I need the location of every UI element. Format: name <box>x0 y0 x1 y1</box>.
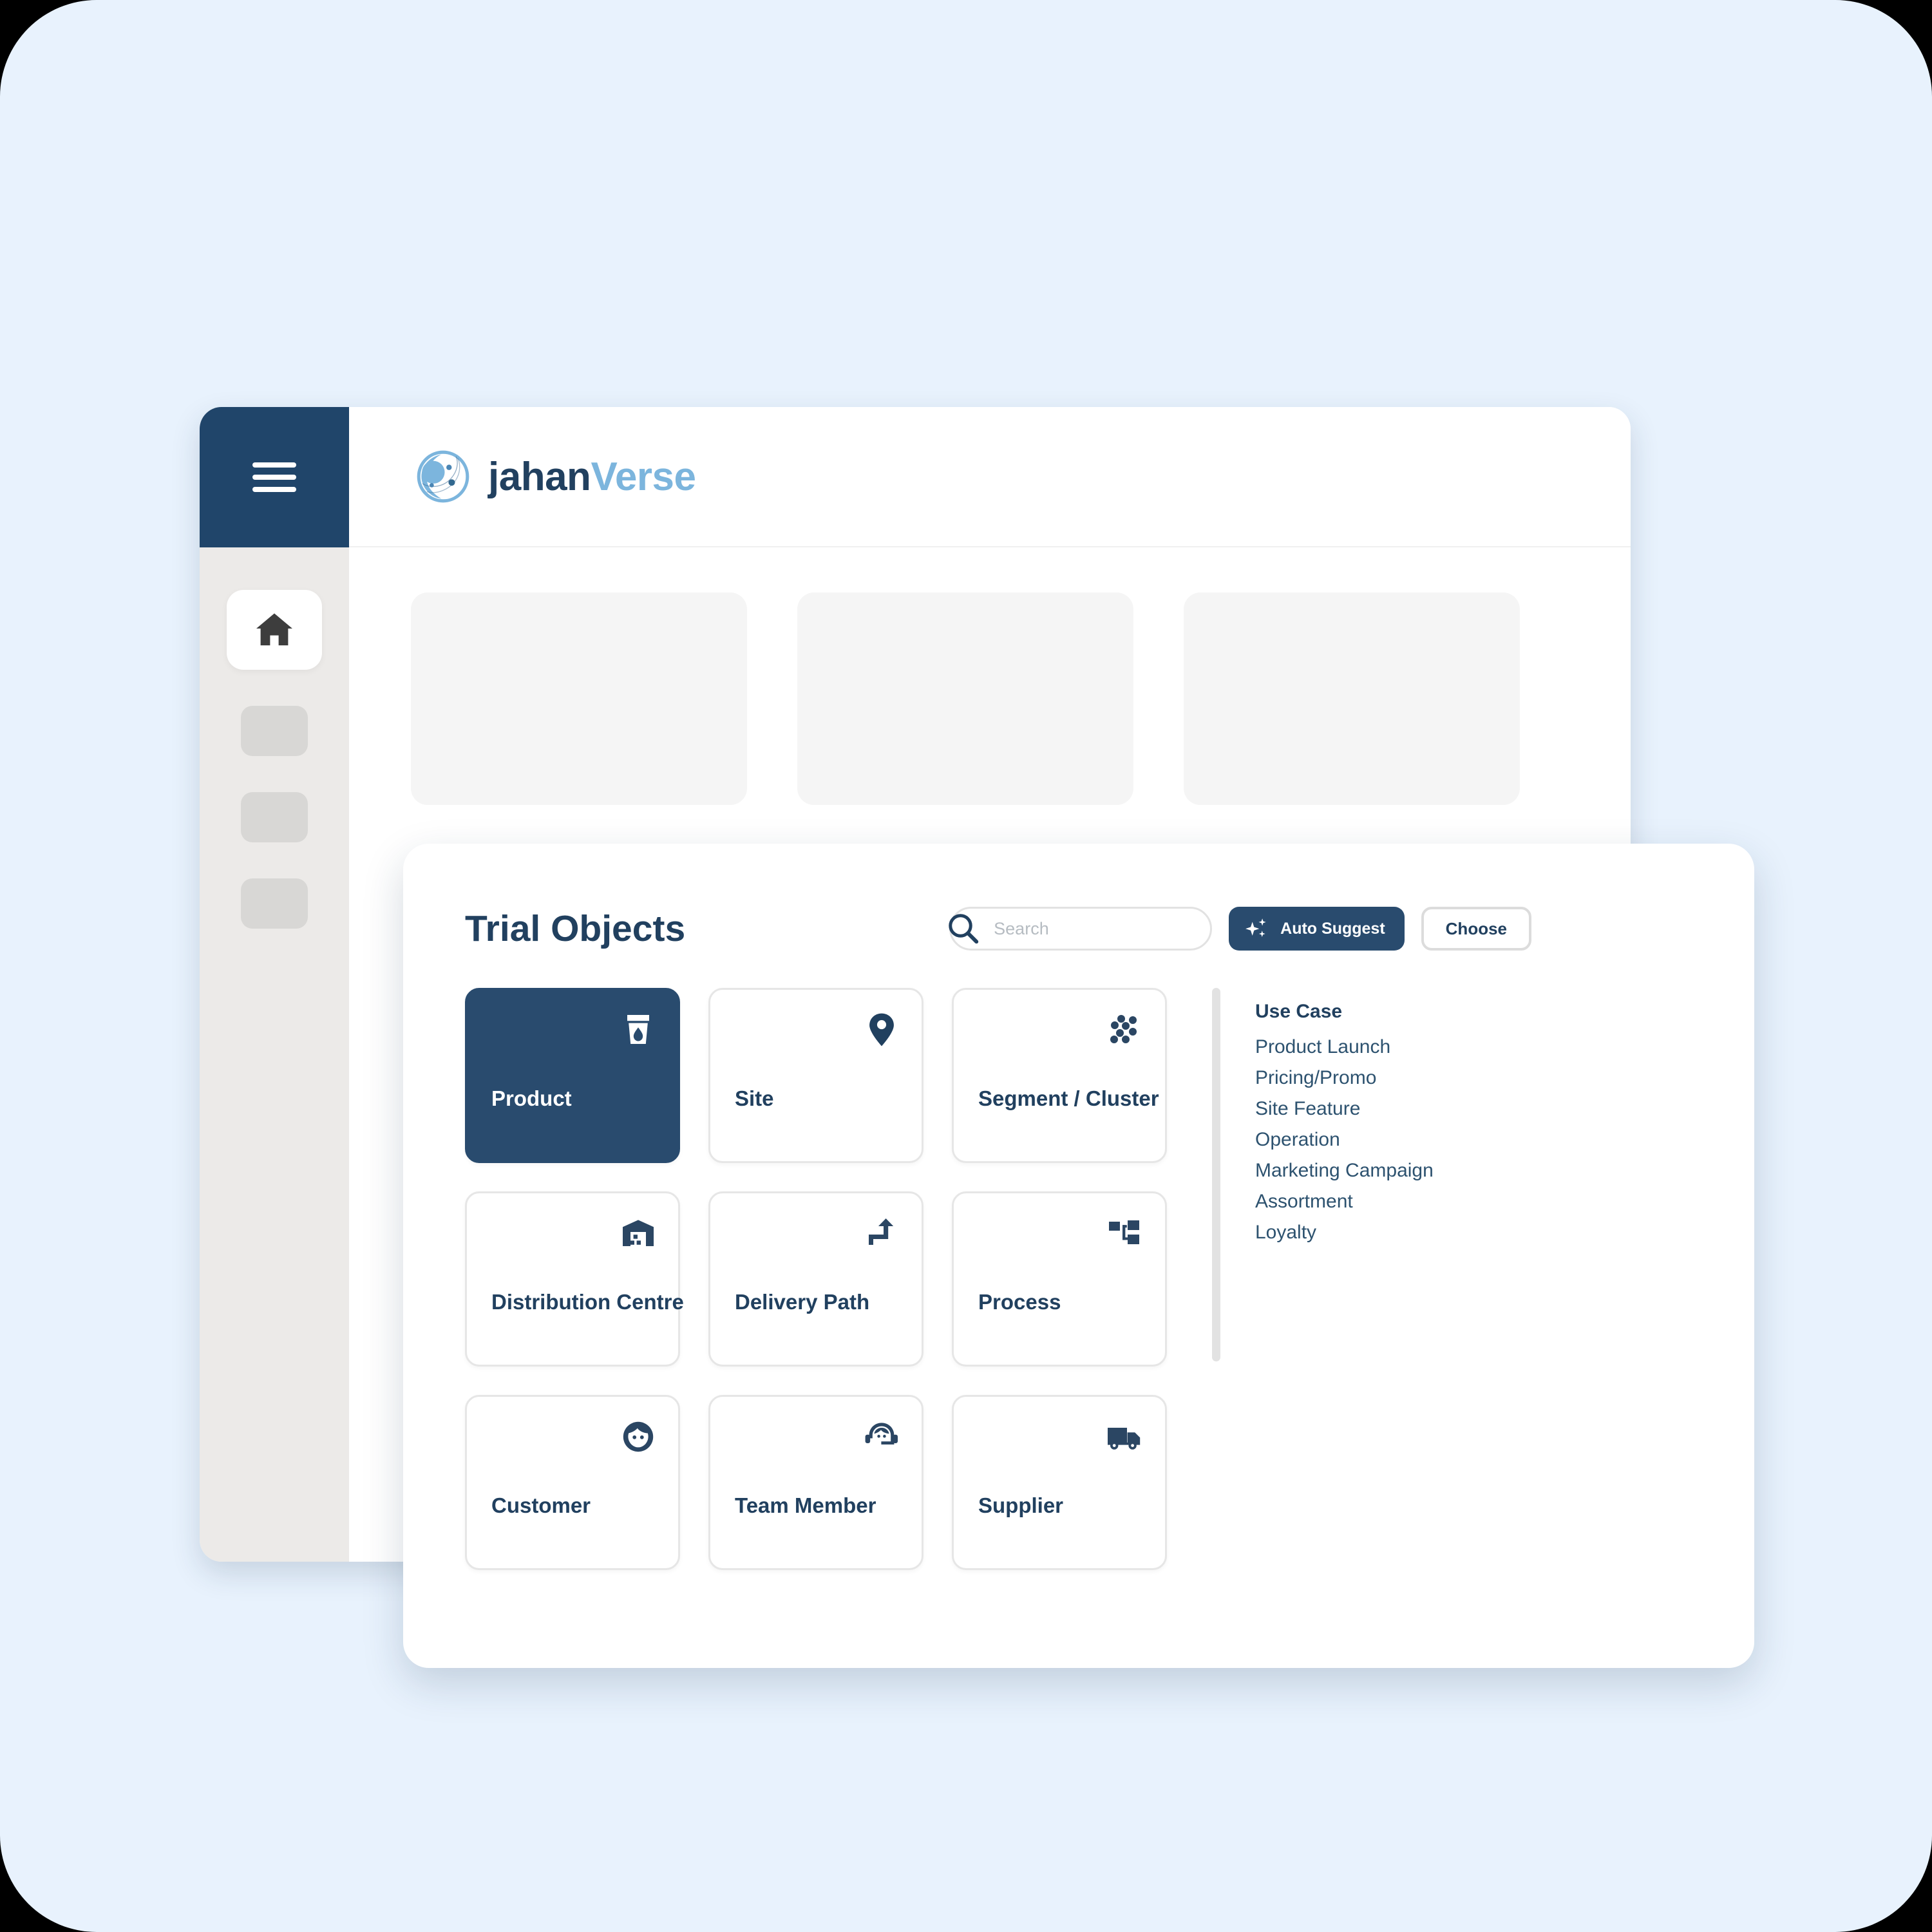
object-card-supplier[interactable]: Supplier <box>952 1395 1167 1570</box>
hamburger-bar <box>252 487 296 492</box>
hamburger-menu-icon[interactable] <box>252 462 296 492</box>
sidebar-item-placeholder-1[interactable] <box>241 706 308 756</box>
object-card-label: Site <box>735 1086 774 1110</box>
brand-name-primary: jahan <box>488 454 591 499</box>
use-case-scrollbar[interactable] <box>1212 988 1220 1361</box>
route-arrow-icon <box>864 1215 900 1251</box>
brand-name-secondary: Verse <box>591 454 696 499</box>
use-case-item[interactable]: Loyalty <box>1255 1217 1434 1248</box>
use-case-item[interactable]: Assortment <box>1255 1186 1434 1217</box>
page-title: Trial Objects <box>465 908 686 949</box>
sidebar-item-home[interactable] <box>227 590 322 670</box>
brand-logo[interactable]: jahanVerse <box>416 450 696 504</box>
skeleton-card <box>1184 592 1520 805</box>
object-card-distribution-centre[interactable]: Distribution Centre <box>465 1191 684 1367</box>
object-card-product[interactable]: Product <box>465 988 680 1163</box>
skeleton-card <box>797 592 1133 805</box>
search-input[interactable] <box>994 918 1188 939</box>
object-card-delivery-path[interactable]: Delivery Path <box>708 1191 923 1367</box>
header-controls: Auto Suggest Choose <box>949 907 1692 951</box>
page-root: jahanVerse Trial Objects Search Auto Sug… <box>0 0 1932 1932</box>
use-case-item[interactable]: Site Feature <box>1255 1094 1434 1124</box>
object-card-customer[interactable]: Customer <box>465 1395 680 1570</box>
object-card-label: Distribution Centre <box>491 1290 684 1314</box>
headset-agent-icon <box>864 1419 900 1455</box>
sidebar <box>200 407 349 1562</box>
object-card-label: Product <box>491 1086 572 1110</box>
use-case-item[interactable]: Marketing Campaign <box>1255 1155 1434 1186</box>
use-case-list: Use Case Product Launch Pricing/Promo Si… <box>1255 988 1434 1570</box>
sidebar-nav <box>200 547 349 929</box>
use-case-item[interactable]: Pricing/Promo <box>1255 1063 1434 1094</box>
panel-header: Trial Objects Search Auto Suggest Choose <box>465 898 1692 960</box>
hamburger-bar <box>252 462 296 468</box>
use-case-item[interactable]: Product Launch <box>1255 1032 1434 1063</box>
person-face-icon <box>620 1419 656 1455</box>
delivery-truck-icon <box>1107 1419 1143 1455</box>
cup-water-drop-icon <box>620 1012 656 1048</box>
use-case-panel: Use Case Product Launch Pricing/Promo Si… <box>1212 988 1434 1570</box>
crescent-moon-orbit-icon <box>417 450 469 503</box>
home-icon <box>256 613 292 646</box>
object-card-site[interactable]: Site <box>708 988 923 1163</box>
object-card-label: Process <box>978 1290 1061 1314</box>
app-topbar: jahanVerse <box>349 407 1631 547</box>
use-case-item[interactable]: Operation <box>1255 1124 1434 1155</box>
use-case-title: Use Case <box>1255 1001 1343 1022</box>
brand-name: jahanVerse <box>488 454 696 500</box>
auto-suggest-button[interactable]: Auto Suggest <box>1229 907 1405 951</box>
object-card-team-member[interactable]: Team Member <box>708 1395 923 1570</box>
object-card-segment-cluster[interactable]: Segment / Cluster <box>952 988 1167 1163</box>
sidebar-item-placeholder-3[interactable] <box>241 878 308 929</box>
object-grid: Product Site Segment / Cluster Distribut… <box>465 988 1167 1570</box>
skeleton-card <box>411 592 747 805</box>
panel-body: Product Site Segment / Cluster Distribut… <box>465 988 1692 1570</box>
trial-objects-panel: Trial Objects Search Auto Suggest Choose… <box>403 844 1754 1668</box>
sidebar-item-placeholder-2[interactable] <box>241 792 308 842</box>
choose-button[interactable]: Choose <box>1421 907 1531 951</box>
object-card-label: Customer <box>491 1493 591 1517</box>
sparkle-icon <box>1245 918 1266 937</box>
sitemap-icon <box>1107 1215 1143 1251</box>
search-box[interactable] <box>949 907 1213 951</box>
object-card-label: Supplier <box>978 1493 1064 1517</box>
dot-cluster-icon <box>1107 1012 1143 1048</box>
object-card-process[interactable]: Process <box>952 1191 1167 1367</box>
object-card-label: Delivery Path <box>735 1290 870 1314</box>
hamburger-bar <box>252 475 296 480</box>
object-card-label: Team Member <box>735 1493 876 1517</box>
search-icon <box>943 909 983 949</box>
location-pin-icon <box>864 1012 900 1048</box>
sidebar-header <box>200 407 349 547</box>
warehouse-icon <box>620 1215 656 1251</box>
object-card-label: Segment / Cluster <box>978 1086 1159 1110</box>
auto-suggest-label: Auto Suggest <box>1280 919 1385 938</box>
